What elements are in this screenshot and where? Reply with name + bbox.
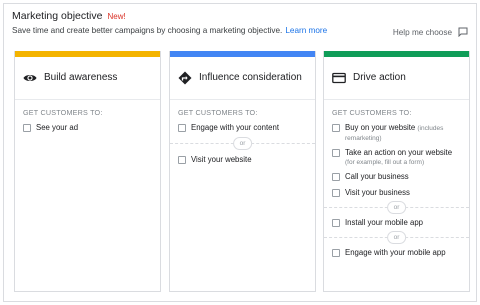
option-label: Engage with your mobile app (345, 248, 446, 257)
option-buy-on-website[interactable]: Buy on your website (includes remarketin… (324, 123, 469, 143)
card-drive-action[interactable]: Drive action GET CUSTOMERS TO: Buy on yo… (323, 51, 470, 292)
option-label: Take an action on your website (345, 148, 453, 157)
option-sublabel: (for example, fill out a form) (345, 159, 425, 166)
or-divider: or (324, 229, 469, 245)
card-influence-consideration[interactable]: Influence consideration GET CUSTOMERS TO… (169, 51, 316, 292)
diamond-arrow-icon (178, 71, 192, 84)
or-label: or (232, 137, 253, 150)
marketing-objective-panel: Marketing objective New! Save time and c… (3, 3, 477, 302)
section-label: GET CUSTOMERS TO: (332, 108, 412, 117)
help-label: Help me choose (392, 27, 452, 37)
credit-card-icon (332, 72, 346, 83)
checkbox[interactable] (178, 156, 186, 164)
section-label: GET CUSTOMERS TO: (23, 108, 103, 117)
checkbox[interactable] (23, 124, 31, 132)
or-divider: or (170, 135, 315, 151)
card-title: Build awareness (44, 72, 118, 83)
option-visit-business[interactable]: Visit your business (324, 188, 469, 197)
or-label: or (386, 201, 407, 214)
checkbox[interactable] (332, 173, 340, 181)
card-title: Influence consideration (199, 72, 302, 83)
checkbox[interactable] (332, 219, 340, 227)
option-label: Buy on your website (345, 123, 416, 132)
option-label: Engage with your content (191, 123, 279, 132)
option-label: Call your business (345, 172, 409, 181)
checkbox[interactable] (332, 189, 340, 197)
checkbox[interactable] (332, 249, 340, 257)
header: Marketing objective New! Save time and c… (12, 10, 468, 46)
objective-cards: Build awareness GET CUSTOMERS TO: See yo… (14, 51, 470, 292)
option-take-action-on-website[interactable]: Take an action on your website (for examp… (324, 148, 469, 167)
option-label: Visit your business (345, 188, 410, 197)
or-label: or (386, 231, 407, 244)
panel-title: Marketing objective (12, 10, 103, 22)
card-title: Drive action (353, 72, 406, 83)
option-call-business[interactable]: Call your business (324, 172, 469, 181)
option-see-your-ad[interactable]: See your ad (15, 123, 160, 132)
card-build-awareness[interactable]: Build awareness GET CUSTOMERS TO: See yo… (14, 51, 161, 292)
option-label: Install your mobile app (345, 218, 424, 227)
checkbox[interactable] (332, 149, 340, 157)
option-visit-website[interactable]: Visit your website (170, 155, 315, 164)
option-engage-with-mobile-app[interactable]: Engage with your mobile app (324, 248, 469, 257)
subtitle-text: Save time and create better campaigns by… (12, 26, 283, 35)
option-install-mobile-app[interactable]: Install your mobile app (324, 218, 469, 227)
option-engage-with-content[interactable]: Engage with your content (170, 123, 315, 132)
checkbox[interactable] (332, 124, 340, 132)
option-label: See your ad (36, 123, 79, 132)
or-divider: or (324, 199, 469, 215)
learn-more-link[interactable]: Learn more (285, 26, 327, 35)
help-me-choose-button[interactable]: Help me choose (393, 27, 468, 37)
option-label: Visit your website (191, 155, 252, 164)
new-badge: New! (107, 12, 126, 21)
feedback-icon (458, 27, 468, 37)
eye-icon (23, 74, 37, 81)
checkbox[interactable] (178, 124, 186, 132)
section-label: GET CUSTOMERS TO: (178, 108, 258, 117)
